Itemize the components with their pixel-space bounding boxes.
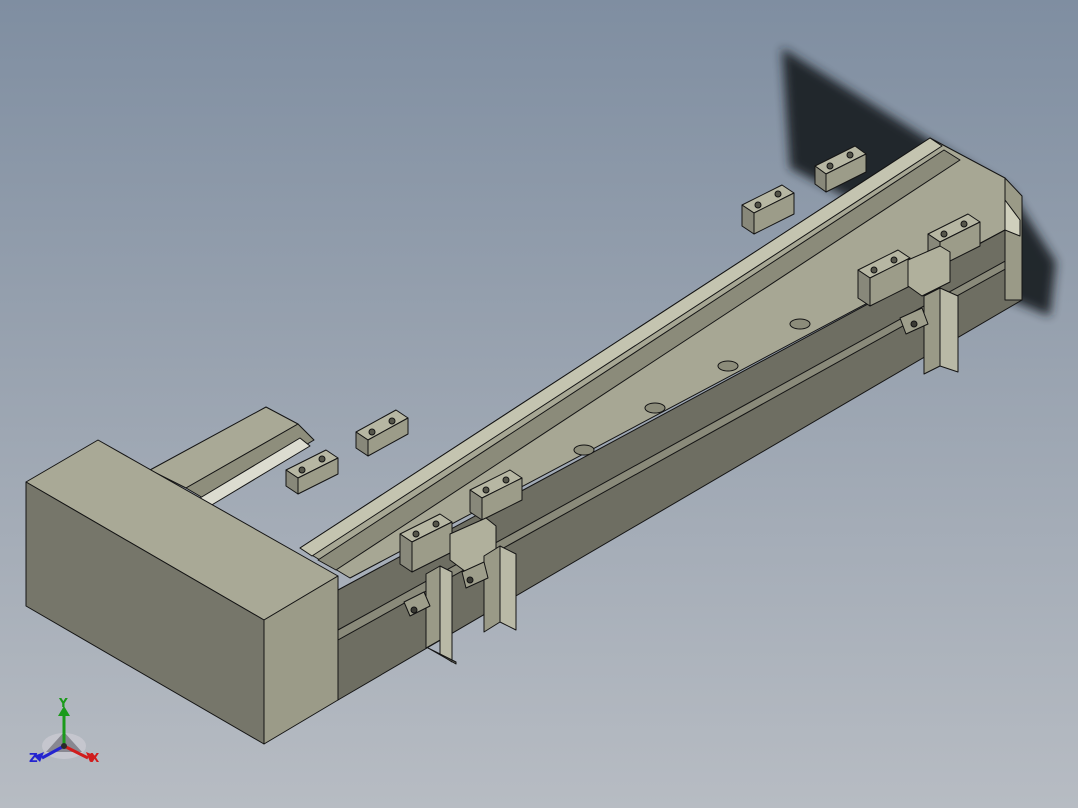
rail-end-cap: [1004, 177, 1023, 301]
graphics-viewport[interactable]: Y Z X: [0, 0, 1078, 808]
mounting-block: [355, 409, 409, 457]
mounting-block: [285, 449, 339, 495]
mounting-block: [741, 184, 795, 235]
view-orientation-triad[interactable]: Y Z X: [24, 692, 108, 772]
triad-z-label: Z: [29, 751, 38, 765]
linear-actuator-model[interactable]: [0, 0, 1078, 808]
triad-y-label: Y: [59, 696, 68, 710]
triad-x-label: X: [90, 751, 100, 765]
